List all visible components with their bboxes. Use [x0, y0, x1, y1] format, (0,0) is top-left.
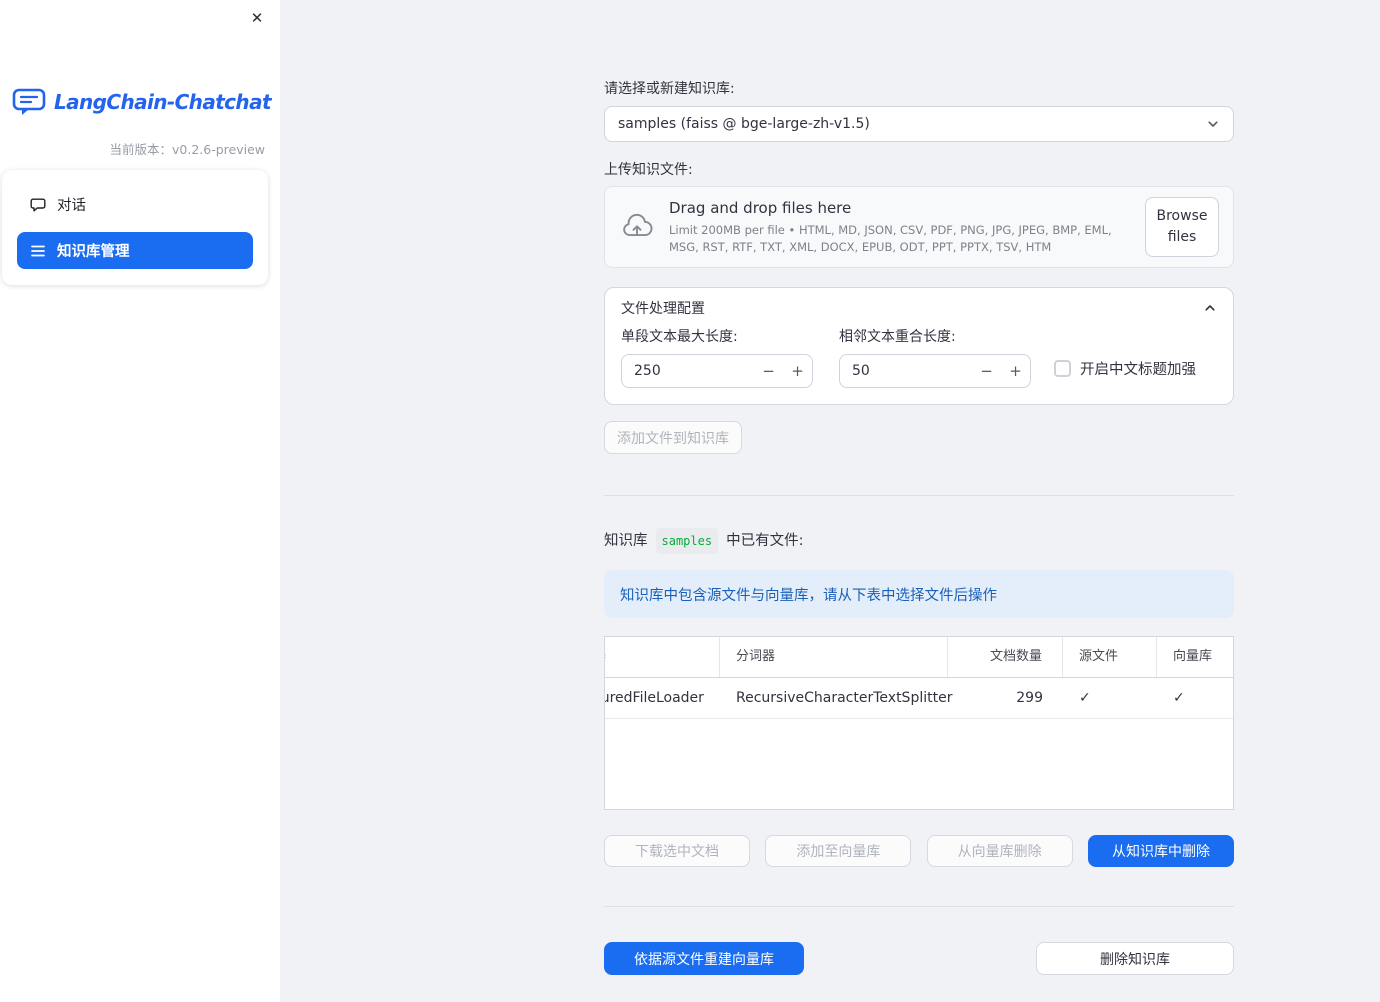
download-selected-button[interactable]: 下载选中文档: [604, 835, 750, 867]
add-to-vector-store-button[interactable]: 添加至向量库: [765, 835, 912, 867]
list-icon: [30, 243, 46, 259]
chunk-size-stepper: 250 − +: [621, 354, 813, 388]
chunk-size-label: 单段文本最大长度:: [621, 329, 738, 345]
cell-vector-store-check: ✓: [1173, 690, 1185, 706]
file-actions-row: 下载选中文档 添加至向量库 从向量库删除 从知识库中删除: [604, 835, 1234, 867]
file-config-expander: 文件处理配置 单段文本最大长度: 250 − + 相邻文本重合长度: 50 − …: [604, 287, 1234, 405]
zh-title-enhance-label: 开启中文标题加强: [1080, 362, 1196, 378]
chunk-size-input[interactable]: 250: [622, 363, 754, 379]
kb-actions-row: 依据源文件重建向量库 删除知识库: [604, 942, 1234, 975]
files-table[interactable]: 文档加载器 分词器 文档数量 源文件 向量库 UnstructuredFileL…: [604, 636, 1234, 810]
dropzone-title: Drag and drop files here: [669, 199, 852, 218]
langchain-chatchat-logo-icon: [11, 86, 47, 118]
cell-loader: UnstructuredFileLoader: [605, 690, 704, 706]
version-value: v0.2.6-preview: [172, 142, 265, 157]
overlap-field: 相邻文本重合长度: 50 − +: [839, 328, 1031, 388]
kb-name-code: samples: [655, 528, 719, 554]
plus-icon[interactable]: +: [1001, 362, 1030, 380]
kb-select-value: samples (faiss @ bge-large-zh-v1.5): [618, 116, 870, 132]
plus-icon[interactable]: +: [783, 362, 812, 380]
info-banner: 知识库中包含源文件与向量库，请从下表中选择文件后操作: [604, 570, 1234, 618]
overlap-stepper: 50 − +: [839, 354, 1031, 388]
delete-from-vector-store-button[interactable]: 从向量库删除: [926, 835, 1073, 867]
version-text: 当前版本：v0.2.6-preview: [109, 139, 265, 158]
chunk-size-field: 单段文本最大长度: 250 − +: [621, 328, 813, 388]
add-files-button[interactable]: 添加文件到知识库: [604, 421, 742, 454]
sidebar-item-label: 知识库管理: [57, 244, 130, 260]
kb-select[interactable]: samples (faiss @ bge-large-zh-v1.5): [604, 106, 1234, 142]
sidebar-close-button[interactable]: ✕: [246, 7, 268, 29]
expander-body: 单段文本最大长度: 250 − + 相邻文本重合长度: 50 − + 开启中文标…: [605, 328, 1233, 404]
zh-title-enhance-field: 开启中文标题加强: [1054, 358, 1196, 379]
app-logo: LangChain-Chatchat: [11, 86, 272, 118]
sidebar: ✕ LangChain-Chatchat 当前版本：v0.2.6-preview…: [0, 0, 280, 1002]
expander-title: 文件处理配置: [621, 301, 705, 317]
table-row[interactable]: UnstructuredFileLoader RecursiveCharacte…: [605, 678, 1233, 719]
browse-files-button[interactable]: Browse files: [1145, 197, 1219, 257]
chevron-up-icon: [1203, 301, 1217, 315]
minus-icon[interactable]: −: [754, 362, 783, 380]
chat-bubble-icon: [30, 197, 46, 213]
sidebar-item-dialogue[interactable]: 对话: [17, 186, 253, 223]
header-loader: 文档加载器: [605, 637, 720, 677]
delete-from-kb-button[interactable]: 从知识库中删除: [1087, 835, 1234, 867]
header-splitter: 分词器: [720, 637, 948, 677]
kb-files-prefix: 知识库: [604, 533, 648, 549]
rebuild-vector-store-button[interactable]: 依据源文件重建向量库: [604, 942, 804, 975]
sidebar-item-knowledge-base[interactable]: 知识库管理: [17, 232, 253, 269]
divider: [604, 495, 1234, 496]
dropzone-text: Drag and drop files here Limit 200MB per…: [669, 199, 1131, 254]
delete-kb-button[interactable]: 删除知识库: [1036, 942, 1234, 975]
overlap-label: 相邻文本重合长度:: [839, 329, 956, 345]
zh-title-enhance-checkbox[interactable]: [1054, 360, 1071, 377]
app-title: LangChain-Chatchat: [54, 90, 272, 114]
expander-header[interactable]: 文件处理配置: [605, 288, 1233, 328]
version-label: 当前版本：: [109, 142, 172, 157]
info-text: 知识库中包含源文件与向量库，请从下表中选择文件后操作: [620, 587, 997, 604]
dropzone-limit: Limit 200MB per file • HTML, MD, JSON, C…: [669, 223, 1112, 254]
header-source-file: 源文件: [1063, 637, 1157, 677]
kb-files-heading: 知识库 samples 中已有文件:: [604, 528, 1234, 554]
cloud-upload-icon: [619, 212, 655, 242]
overlap-input[interactable]: 50: [840, 363, 972, 379]
kb-files-suffix: 中已有文件:: [726, 533, 804, 549]
main-content: 请选择或新建知识库: samples (faiss @ bge-large-zh…: [604, 0, 1234, 975]
file-dropzone[interactable]: Drag and drop files here Limit 200MB per…: [604, 186, 1234, 268]
table-header-row: 文档加载器 分词器 文档数量 源文件 向量库: [605, 637, 1233, 678]
minus-icon[interactable]: −: [972, 362, 1001, 380]
sidebar-menu: 对话 知识库管理: [2, 170, 268, 285]
kb-select-label: 请选择或新建知识库:: [604, 81, 735, 97]
files-table-inner: 文档加载器 分词器 文档数量 源文件 向量库 UnstructuredFileL…: [605, 637, 1233, 719]
upload-label: 上传知识文件:: [604, 162, 693, 178]
sidebar-item-label: 对话: [57, 198, 86, 214]
header-vector-store: 向量库: [1173, 649, 1213, 664]
chevron-down-icon: [1206, 117, 1220, 131]
close-icon: ✕: [250, 9, 264, 27]
divider: [604, 906, 1234, 907]
cell-doc-count: 299: [1016, 690, 1043, 706]
cell-splitter: RecursiveCharacterTextSplitter: [736, 690, 953, 706]
cell-source-file-check: ✓: [1079, 690, 1091, 706]
header-doc-count: 文档数量: [948, 637, 1063, 677]
